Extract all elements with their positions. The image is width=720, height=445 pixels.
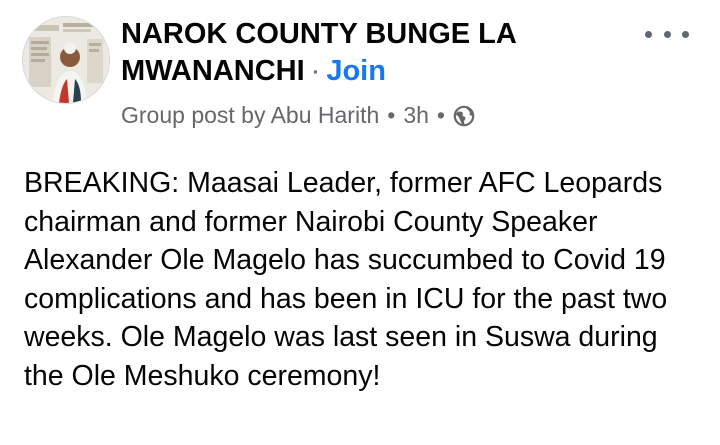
group-avatar[interactable] — [22, 16, 110, 104]
post-body-text: BREAKING: Maasai Leader, former AFC Leop… — [24, 167, 668, 392]
group-avatar-image — [23, 17, 109, 103]
more-options-icon — [645, 30, 652, 38]
post-author[interactable]: Group post by Abu Harith — [121, 100, 379, 130]
globe-icon[interactable] — [453, 104, 475, 127]
post-timestamp[interactable]: 3h — [403, 100, 429, 130]
more-options-icon-dot — [682, 30, 689, 38]
header-separator: · — [310, 55, 321, 87]
group-header: NAROK COUNTY BUNGE LA MWANANCHI · Join — [121, 16, 621, 90]
join-button[interactable]: Join — [326, 55, 386, 87]
meta-bullet: • — [436, 102, 445, 128]
post-meta: Group post by Abu Harith • 3h • — [121, 100, 475, 130]
group-post: NAROK COUNTY BUNGE LA MWANANCHI · Join Gro… — [0, 0, 720, 445]
more-options-icon-dot — [663, 30, 671, 38]
meta-bullet: • — [387, 102, 396, 128]
more-options-button[interactable] — [645, 22, 689, 46]
